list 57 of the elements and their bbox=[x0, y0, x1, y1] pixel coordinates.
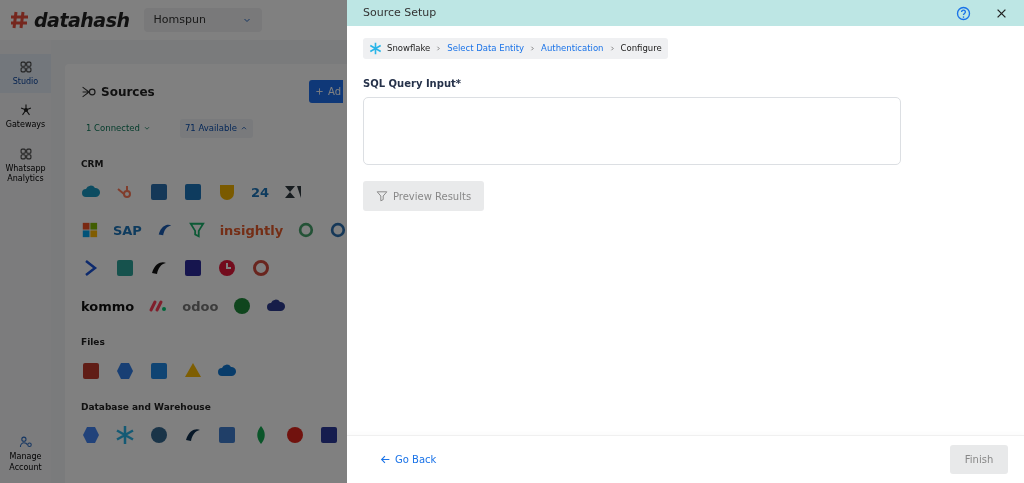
workspace-dropdown[interactable]: Homspun bbox=[143, 8, 262, 32]
sidebar-item[interactable]: Gateways bbox=[0, 97, 51, 137]
drawer-title: Source Setup bbox=[363, 4, 438, 21]
brand-logo[interactable]: 24 bbox=[251, 182, 270, 202]
chevron-right-icon bbox=[435, 45, 443, 52]
brand-logo-icon[interactable] bbox=[115, 258, 135, 279]
sidebar-item[interactable]: Manage Account bbox=[0, 429, 51, 479]
brand-logo-icon[interactable] bbox=[285, 425, 305, 446]
brand-logo-icon[interactable] bbox=[187, 220, 206, 241]
brand-logo-icon[interactable] bbox=[149, 182, 169, 203]
brand-logo-icon[interactable] bbox=[149, 425, 169, 446]
chevron-up-icon bbox=[239, 124, 248, 133]
sidebar-item[interactable]: Studio bbox=[0, 54, 51, 94]
brand-logo-icon[interactable] bbox=[232, 296, 253, 317]
chevron-down-icon bbox=[142, 124, 151, 133]
add-button[interactable]: Ad bbox=[309, 80, 343, 103]
logo: datahash bbox=[34, 7, 130, 33]
arrow-left-icon bbox=[380, 454, 391, 465]
brand-logo-icon[interactable] bbox=[183, 182, 203, 203]
chevron-right-icon bbox=[529, 45, 537, 52]
filter-icon bbox=[375, 190, 388, 202]
section-title: Files bbox=[81, 336, 106, 350]
brand-logo-icon[interactable] bbox=[149, 360, 169, 381]
filter-tab[interactable]: 1 Connected bbox=[81, 119, 156, 138]
logo-icon bbox=[10, 10, 30, 30]
brand-logo-icon[interactable] bbox=[183, 258, 203, 279]
sidebar-item[interactable]: Whatsapp Analytics bbox=[0, 140, 51, 191]
brand-logo[interactable]: odoo bbox=[182, 296, 219, 316]
brand-logo-icon[interactable] bbox=[217, 425, 237, 446]
section-title: Database and Warehouse bbox=[81, 400, 212, 414]
breadcrumb-item[interactable]: Select Data Entity bbox=[447, 42, 525, 55]
go-back-link[interactable]: Go Back bbox=[380, 452, 437, 467]
breadcrumb-item[interactable]: Authentication bbox=[541, 42, 604, 55]
brand-logo-icon[interactable] bbox=[319, 425, 339, 446]
brand-logo-icon[interactable] bbox=[81, 360, 101, 381]
sql-query-field[interactable] bbox=[363, 97, 901, 165]
plus-icon bbox=[315, 87, 324, 96]
help-icon bbox=[956, 5, 971, 21]
brand-logo[interactable]: insightly bbox=[219, 220, 284, 240]
brand-logo-icon[interactable] bbox=[251, 258, 271, 279]
grid-icon bbox=[18, 146, 33, 161]
page-title: Sources bbox=[101, 83, 155, 101]
snowflake-icon bbox=[369, 42, 382, 55]
network-icon bbox=[18, 103, 33, 118]
brand-logo-icon[interactable] bbox=[115, 360, 135, 381]
section-title: CRM bbox=[81, 157, 105, 171]
grid-icon bbox=[18, 60, 33, 74]
brand-logo-icon[interactable] bbox=[217, 258, 237, 279]
breadcrumb-item: Configure bbox=[620, 42, 662, 55]
help-button[interactable] bbox=[956, 5, 971, 21]
field-label: SQL Query Input* bbox=[363, 77, 463, 91]
brand-logo[interactable]: kommo bbox=[81, 296, 135, 316]
brand-logo[interactable]: SAP bbox=[112, 220, 142, 240]
brand-logo-icon[interactable] bbox=[81, 425, 101, 446]
chevron-right-icon bbox=[608, 45, 616, 52]
breadcrumb-item: Snowflake bbox=[387, 42, 431, 55]
filter-tab[interactable]: 71 Available bbox=[179, 119, 253, 138]
